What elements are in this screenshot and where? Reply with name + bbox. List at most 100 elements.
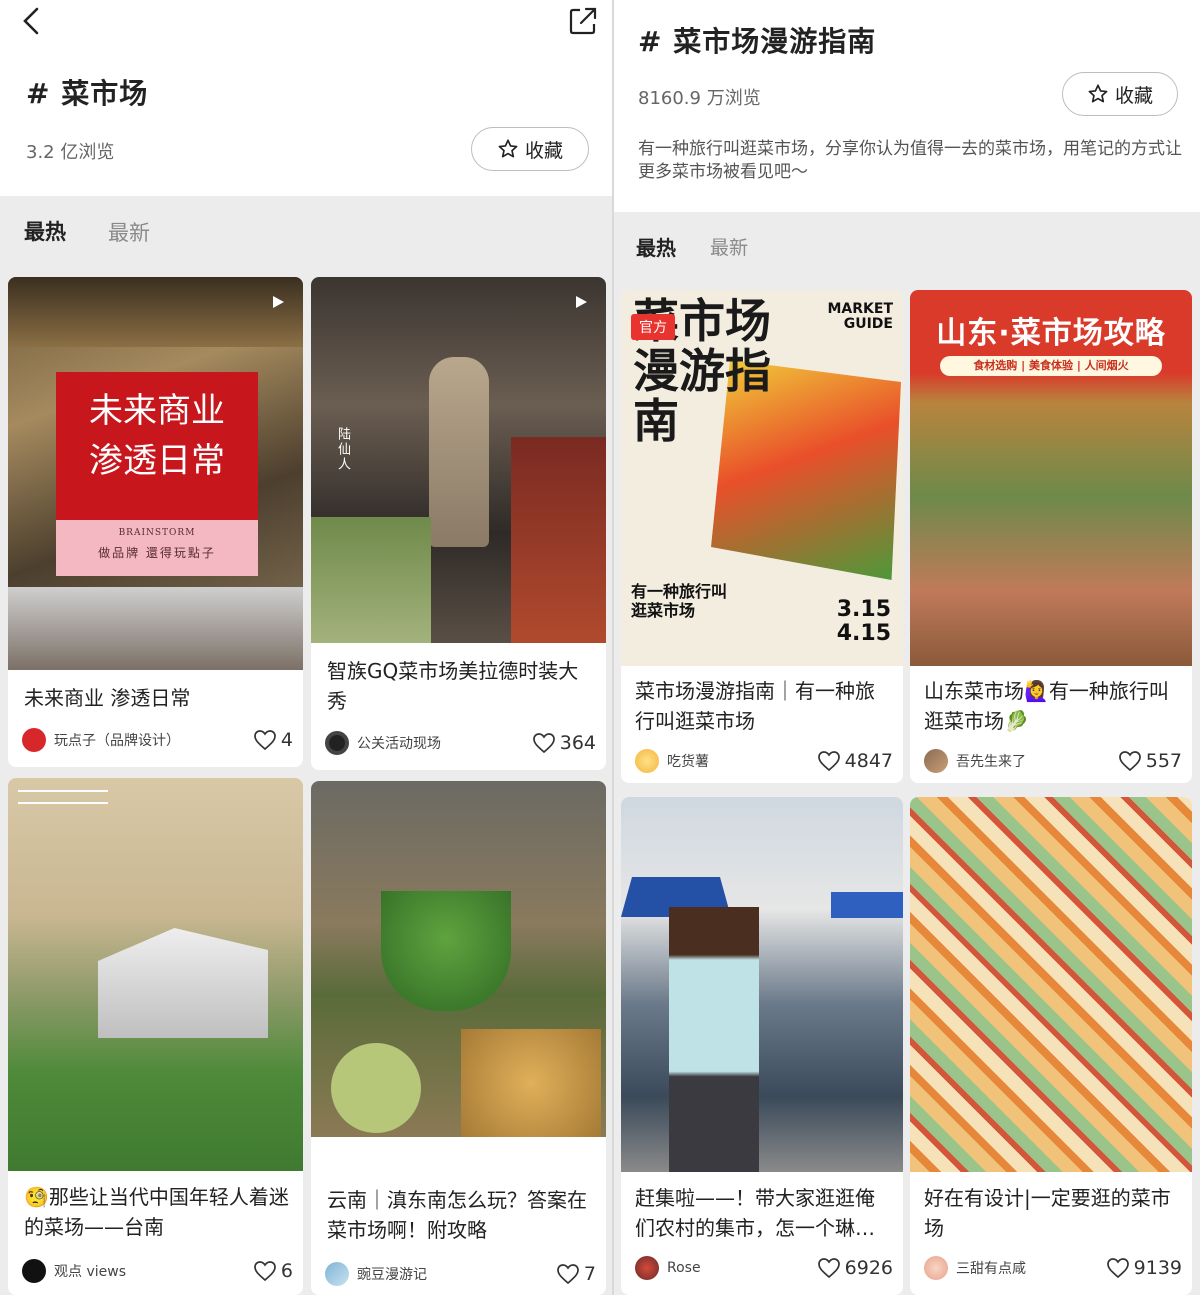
video-play-icon xyxy=(273,296,284,308)
share-icon[interactable] xyxy=(566,4,600,38)
author-avatar[interactable] xyxy=(325,1262,349,1286)
note-card[interactable]: 赶集啦——！带大家逛逛俺们农村的集市，怎一个琳… Rose 6926 xyxy=(621,797,903,1295)
note-card[interactable]: 未来商业 渗透日常 BRAINSTORM 做品牌 還得玩點子 未来商业 渗透日常… xyxy=(8,277,303,767)
note-cover-image xyxy=(311,781,606,1137)
note-meta: 公关活动现场 364 xyxy=(325,729,596,757)
like-button[interactable]: 6926 xyxy=(817,1257,893,1279)
author-name[interactable]: 观点 views xyxy=(54,1261,253,1281)
poster-tags: 食材选购 | 美食体验 | 人间烟火 xyxy=(940,356,1162,376)
tab-hottest[interactable]: 最热 xyxy=(636,232,676,261)
model-figure xyxy=(429,357,489,547)
person-right xyxy=(771,912,867,1172)
note-cover-image xyxy=(8,778,303,1171)
note-card[interactable]: 🧐那些让当代中国年轻人着迷的菜场——台南 观点 views 6 xyxy=(8,778,303,1295)
note-cover-image: 陆仙人 xyxy=(311,277,606,643)
poster-red-block: 未来商业 渗透日常 xyxy=(56,372,258,520)
vegetable-basket xyxy=(381,891,511,1011)
heart-icon xyxy=(817,751,840,772)
like-button[interactable]: 9139 xyxy=(1106,1257,1182,1279)
favorite-label: 收藏 xyxy=(524,139,563,162)
building-shape xyxy=(98,928,268,1038)
favorite-label: 收藏 xyxy=(1114,84,1153,107)
note-card[interactable]: 陆仙人 智族GQ菜市场美拉德时装大秀 公关活动现场 364 xyxy=(311,277,606,770)
author-avatar[interactable] xyxy=(924,1256,948,1280)
like-count: 364 xyxy=(559,732,596,754)
poster-subtitle: 做品牌 還得玩點子 xyxy=(98,546,216,560)
favorite-button[interactable]: 收藏 xyxy=(471,127,589,171)
like-button[interactable]: 7 xyxy=(556,1263,596,1285)
official-badge: 官方 xyxy=(631,314,675,340)
view-count: 8160.9 万浏览 xyxy=(638,88,761,109)
author-name[interactable]: 三甜有点咸 xyxy=(956,1258,1106,1278)
topic-title: # 菜市场 xyxy=(26,77,149,110)
poster-english-title: MARKET GUIDE xyxy=(827,301,893,332)
heart-icon xyxy=(557,1264,579,1285)
note-cover-image: 山东·菜市场攻略 食材选购 | 美食体验 | 人间烟火 xyxy=(910,290,1192,666)
note-title: 云南｜滇东南怎么玩？答案在菜市场啊！附攻略 xyxy=(327,1188,587,1242)
heart-icon xyxy=(817,1258,840,1279)
note-title: 山东菜市场🙋‍♀️有一种旅行叫逛菜市场🥬 xyxy=(924,679,1169,733)
author-avatar[interactable] xyxy=(22,1259,46,1283)
topic-title: # 菜市场漫游指南 xyxy=(638,25,877,58)
note-meta: Rose 6926 xyxy=(635,1254,893,1282)
author-name[interactable]: 玩点子（品牌设计） xyxy=(54,730,253,750)
tab-hottest[interactable]: 最热 xyxy=(24,216,66,246)
poster-dates: 3.15 4.15 xyxy=(836,597,891,646)
note-meta: 三甜有点咸 9139 xyxy=(924,1254,1182,1282)
logo-mark xyxy=(18,790,108,804)
heart-icon xyxy=(532,733,555,754)
like-button[interactable]: 6 xyxy=(253,1260,293,1282)
author-name[interactable]: 吾先生来了 xyxy=(956,751,1118,771)
note-card[interactable]: 菜市场漫游指南 MARKET GUIDE 有一种旅行叫逛菜市场 3.15 4.1… xyxy=(621,290,903,783)
author-avatar[interactable] xyxy=(924,749,948,773)
right-topic-page: # 菜市场漫游指南 8160.9 万浏览 收藏 有一种旅行叫逛菜市场，分享你认为… xyxy=(614,0,1200,1295)
note-cover-image: 菜市场漫游指南 MARKET GUIDE 有一种旅行叫逛菜市场 3.15 4.1… xyxy=(621,290,903,666)
author-avatar[interactable] xyxy=(325,731,349,755)
like-button[interactable]: 364 xyxy=(532,732,596,754)
tab-newest[interactable]: 最新 xyxy=(710,233,748,260)
note-meta: 吃货薯 4847 xyxy=(635,747,893,775)
person-left xyxy=(669,907,759,1172)
note-card[interactable]: 山东·菜市场攻略 食材选购 | 美食体验 | 人间烟火 山东菜市场🙋‍♀️有一种… xyxy=(910,290,1192,783)
poster-pink-block: BRAINSTORM 做品牌 還得玩點子 xyxy=(56,520,258,576)
like-button[interactable]: 4847 xyxy=(817,750,893,772)
note-meta: 吾先生来了 557 xyxy=(924,747,1182,775)
poster-title: 未来商业 渗透日常 xyxy=(89,391,225,481)
heart-icon xyxy=(1106,1258,1129,1279)
like-button[interactable]: 4 xyxy=(253,729,293,751)
author-name[interactable]: Rose xyxy=(667,1260,817,1276)
star-icon xyxy=(1088,84,1108,103)
poster-brand: BRAINSTORM xyxy=(118,528,196,538)
like-count: 7 xyxy=(583,1263,596,1285)
like-count: 4 xyxy=(280,729,293,751)
author-name[interactable]: 公关活动现场 xyxy=(357,733,532,753)
note-meta: 玩点子（品牌设计） 4 xyxy=(22,726,293,754)
star-icon xyxy=(498,139,518,158)
tab-newest[interactable]: 最新 xyxy=(108,217,150,247)
back-arrow-icon[interactable] xyxy=(18,6,48,36)
favorite-button[interactable]: 收藏 xyxy=(1062,72,1178,116)
note-meta: 观点 views 6 xyxy=(22,1257,293,1285)
watermark-text: 陆仙人 xyxy=(335,427,350,472)
author-avatar[interactable] xyxy=(635,1256,659,1280)
like-button[interactable]: 557 xyxy=(1118,750,1182,772)
note-title: 未来商业 渗透日常 xyxy=(24,686,191,710)
note-title: 赶集啦——！带大家逛逛俺们农村的集市，怎一个琳… xyxy=(635,1186,875,1240)
note-meta: 豌豆漫游记 7 xyxy=(325,1260,596,1288)
author-avatar[interactable] xyxy=(635,749,659,773)
note-title: 智族GQ菜市场美拉德时装大秀 xyxy=(327,659,579,713)
author-name[interactable]: 吃货薯 xyxy=(667,751,817,771)
heart-icon xyxy=(1118,751,1141,772)
topic-header: # 菜市场 3.2 亿浏览 收藏 xyxy=(0,0,612,196)
like-count: 557 xyxy=(1145,750,1182,772)
like-count: 4847 xyxy=(844,750,893,772)
heart-icon xyxy=(254,730,276,751)
topic-header: # 菜市场漫游指南 8160.9 万浏览 收藏 有一种旅行叫逛菜市场，分享你认为… xyxy=(614,0,1200,212)
heart-icon xyxy=(254,1261,276,1282)
author-avatar[interactable] xyxy=(22,728,46,752)
note-title: 菜市场漫游指南｜有一种旅行叫逛菜市场 xyxy=(635,679,875,733)
author-name[interactable]: 豌豆漫游记 xyxy=(357,1264,556,1284)
note-title: 好在有设计|一定要逛的菜市场 xyxy=(924,1186,1171,1240)
note-card[interactable]: 云南｜滇东南怎么玩？答案在菜市场啊！附攻略 豌豆漫游记 7 xyxy=(311,781,606,1295)
note-card[interactable]: 好在有设计|一定要逛的菜市场 三甜有点咸 9139 xyxy=(910,797,1192,1295)
